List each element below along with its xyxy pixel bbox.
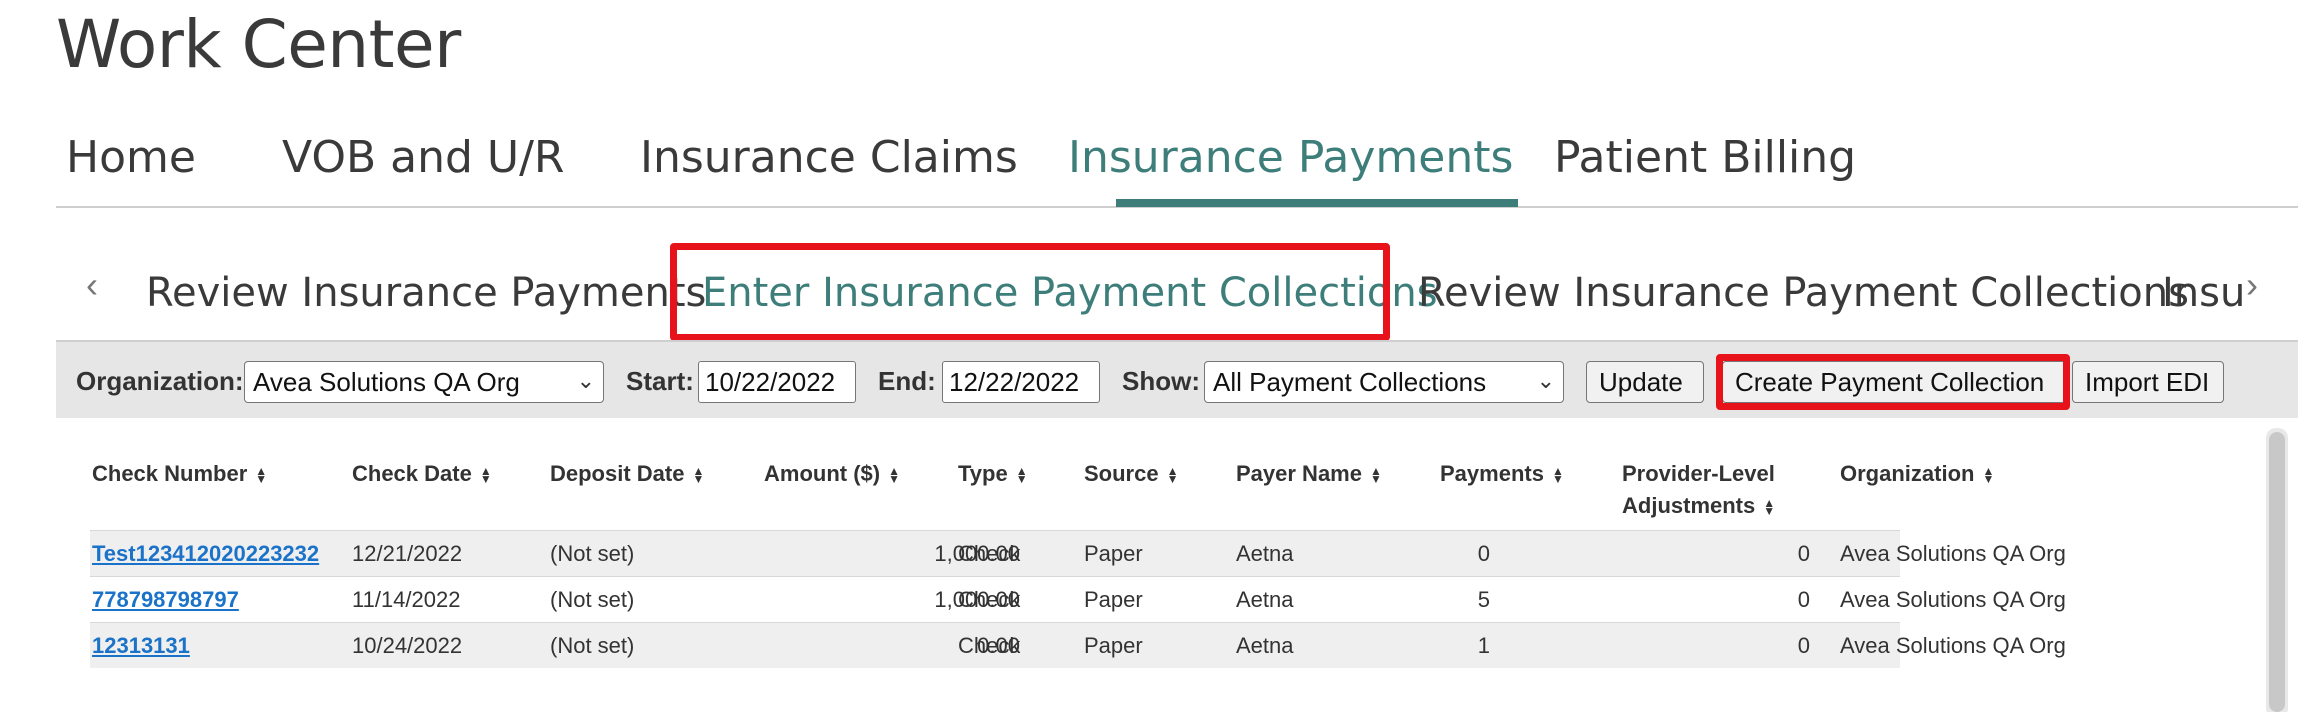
check-date-cell: 12/21/2022 [352,541,463,566]
column-header-label: Payments [1440,461,1544,486]
update-button[interactable]: Update [1586,361,1704,403]
organization-cell: Avea Solutions QA Org [1840,541,2066,566]
table-row: 12313131 10/24/2022 (Not set) 0.00 Check… [90,622,2066,668]
column-header-label: Source [1084,461,1159,486]
create-payment-collection-button[interactable]: Create Payment Collection [1722,361,2068,403]
check-number-link[interactable]: 778798798797 [92,587,239,613]
sub-nav: ‹ Review Insurance Payments Enter Insura… [56,240,2298,340]
show-select[interactable]: All Payment Collections ⌄ [1204,361,1564,403]
sort-icon[interactable]: ▲ ▼ [480,465,492,485]
tab-home[interactable]: Home [66,132,196,183]
source-cell: Paper [1084,541,1143,566]
column-header-check-date[interactable]: Check Date ▲ ▼ [352,458,492,490]
column-header-label: Check Number [92,461,248,486]
column-header-provider-level-adjustments[interactable]: Provider-Level Adjustments ▲ ▼ [1622,458,1775,522]
payments-cell: 0 [1477,541,1490,566]
chevron-down-icon: ⌄ [1536,368,1555,393]
column-header-source[interactable]: Source ▲ ▼ [1084,458,1178,490]
adjustments-cell: 0 [1797,587,1810,612]
payments-cell: 5 [1477,587,1490,612]
check-date-cell: 10/24/2022 [352,633,463,658]
column-header-amount[interactable]: Amount ($) ▲ ▼ [764,458,900,490]
end-date-input[interactable]: 12/22/2022 [942,361,1100,403]
subtab-review-insurance-payment-collections[interactable]: Review Insurance Payment Collections [1418,270,2189,316]
payer-name-cell: Aetna [1236,587,1294,612]
organization-select[interactable]: Avea Solutions QA Org ⌄ [244,361,604,403]
active-tab-underline [1116,199,1518,207]
tab-insurance-claims[interactable]: Insurance Claims [640,132,1018,183]
payer-name-cell: Aetna [1236,633,1294,658]
column-header-label: Payer Name [1236,461,1362,486]
sort-icon[interactable]: ▲ ▼ [888,465,900,485]
column-header-check-number[interactable]: Check Number ▲ ▼ [92,458,267,490]
column-header-label: Check Date [352,461,472,486]
organization-cell: Avea Solutions QA Org [1840,587,2066,612]
column-header-label: Organization [1840,461,1975,486]
deposit-date-cell: (Not set) [550,587,635,612]
show-select-value: All Payment Collections [1213,367,1487,397]
payments-cell: 1 [1477,633,1490,658]
subtab-insu-truncated[interactable]: Insu [2162,270,2252,316]
sort-icon[interactable]: ▲ ▼ [1552,465,1564,485]
type-cell: Check [958,633,1021,658]
adjustments-cell: 0 [1797,633,1810,658]
tab-insurance-payments[interactable]: Insurance Payments [1068,132,1513,183]
filter-toolbar: Organization: Avea Solutions QA Org ⌄ St… [56,340,2298,418]
check-date-cell: 11/14/2022 [352,587,461,612]
adjustments-cell: 0 [1797,541,1810,566]
column-header-label: Provider-Level [1622,461,1775,486]
source-cell: Paper [1084,587,1143,612]
chevron-right-icon[interactable]: › [2246,264,2258,306]
column-header-payments[interactable]: Payments ▲ ▼ [1440,458,1564,490]
import-edi-button[interactable]: Import EDI [2072,361,2224,403]
tab-vob-ur[interactable]: VOB and U/R [282,132,565,183]
sort-icon[interactable]: ▲ ▼ [255,465,267,485]
sort-icon[interactable]: ▲ ▼ [1370,465,1382,485]
start-date-input[interactable]: 10/22/2022 [698,361,856,403]
column-header-label: Amount ($) [764,461,881,486]
start-label: Start: [626,366,694,396]
table-row: 778798798797 11/14/2022 (Not set) 1,000.… [90,576,2066,622]
column-header-label: Type [958,461,1008,486]
organization-label: Organization: [76,366,244,396]
sort-icon[interactable]: ▲ ▼ [1982,465,1994,485]
type-cell: Check [958,541,1021,566]
column-header-deposit-date[interactable]: Deposit Date ▲ ▼ [550,458,704,490]
column-header-type[interactable]: Type ▲ ▼ [958,458,1028,490]
end-label: End: [878,366,936,396]
main-nav: Home VOB and U/R Insurance Claims Insura… [56,120,2298,208]
chevron-left-icon[interactable]: ‹ [86,264,98,306]
deposit-date-cell: (Not set) [550,633,635,658]
page-title: Work Center [56,6,461,83]
check-number-link[interactable]: 12313131 [92,633,190,659]
column-header-organization[interactable]: Organization ▲ ▼ [1840,458,1994,490]
check-number-link[interactable]: Test123412020223232 [92,541,319,567]
scrollbar-thumb[interactable] [2269,432,2285,712]
column-header-payer-name[interactable]: Payer Name ▲ ▼ [1236,458,1382,490]
type-cell: Check [958,587,1021,612]
organization-select-value: Avea Solutions QA Org [253,367,520,397]
chevron-down-icon: ⌄ [576,368,595,393]
table-row: Test123412020223232 12/21/2022 (Not set)… [90,530,2066,576]
show-label: Show: [1122,366,1200,396]
column-header-label: Adjustments [1622,493,1756,518]
deposit-date-cell: (Not set) [550,541,635,566]
payer-name-cell: Aetna [1236,541,1294,566]
sort-icon[interactable]: ▲ ▼ [1016,465,1028,485]
sort-icon[interactable]: ▲ ▼ [1763,497,1775,517]
organization-cell: Avea Solutions QA Org [1840,633,2066,658]
sort-icon[interactable]: ▲ ▼ [1167,465,1179,485]
vertical-scrollbar[interactable] [2266,428,2288,712]
source-cell: Paper [1084,633,1143,658]
column-header-label: Deposit Date [550,461,685,486]
subtab-review-insurance-payments[interactable]: Review Insurance Payments [146,270,706,316]
subtab-enter-insurance-payment-collections[interactable]: Enter Insurance Payment Collections [702,270,1438,316]
sort-icon[interactable]: ▲ ▼ [692,465,704,485]
tab-patient-billing[interactable]: Patient Billing [1554,132,1856,183]
